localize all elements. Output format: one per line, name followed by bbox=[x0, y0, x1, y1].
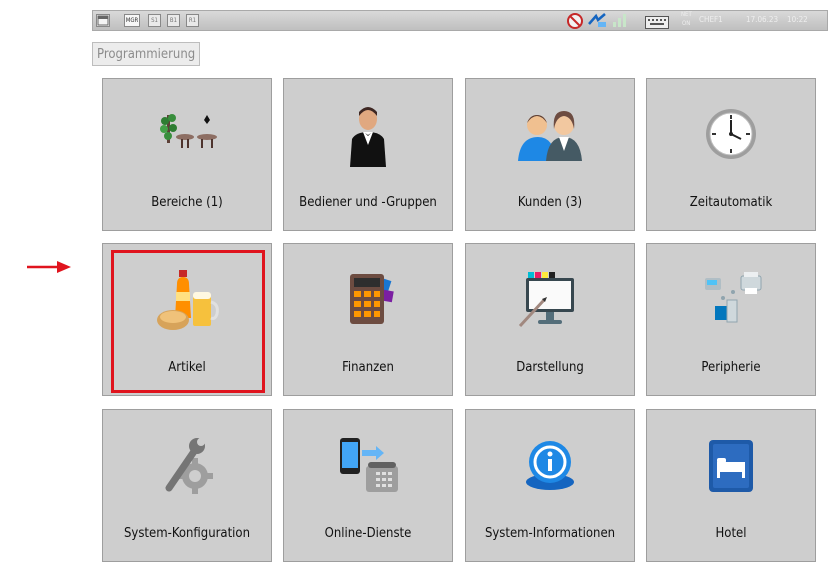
window-icon[interactable] bbox=[96, 14, 110, 27]
phone-transfer-icon bbox=[340, 438, 398, 492]
sync-icon bbox=[586, 12, 608, 29]
keyboard-icon[interactable] bbox=[645, 14, 669, 29]
mode-badge: MGR bbox=[124, 14, 140, 27]
hotel-bed-icon bbox=[709, 440, 753, 492]
tile-label: System-Informationen bbox=[484, 526, 616, 541]
tile-zeitautomatik[interactable]: Zeitautomatik bbox=[646, 78, 816, 231]
slot-badge: B1 bbox=[167, 14, 180, 27]
time: 10:22 bbox=[787, 15, 808, 24]
tile-online-dienste[interactable]: Online-Dienste bbox=[283, 409, 453, 562]
signal-icon bbox=[612, 13, 628, 28]
tile-label: Bereiche (1) bbox=[151, 195, 223, 210]
net-status-bottom: ON bbox=[682, 20, 691, 27]
clock-icon bbox=[706, 109, 756, 159]
tile-label: Darstellung bbox=[516, 360, 584, 375]
user-name: CHEF1 bbox=[699, 15, 723, 24]
slot-badge: R1 bbox=[186, 14, 199, 27]
tile-label: Online-Dienste bbox=[324, 526, 412, 541]
tile-label: Kunden (3) bbox=[517, 195, 583, 210]
tile-finanzen[interactable]: Finanzen bbox=[283, 243, 453, 396]
tile-system-informationen[interactable]: System-Informationen bbox=[465, 409, 635, 562]
wrench-gear-icon bbox=[165, 438, 213, 494]
net-status-top: NET bbox=[681, 11, 692, 18]
tile-label: Hotel bbox=[715, 526, 747, 541]
tile-label: Artikel bbox=[168, 360, 206, 375]
tile-bediener[interactable]: Bediener und -Gruppen bbox=[283, 78, 453, 231]
tile-label: System-Konfiguration bbox=[123, 526, 250, 541]
areas-icon bbox=[160, 114, 217, 148]
tile-label: Finanzen bbox=[342, 360, 394, 375]
tile-artikel[interactable]: Artikel bbox=[102, 243, 272, 396]
tile-hotel[interactable]: Hotel bbox=[646, 409, 816, 562]
waiter-icon bbox=[350, 107, 386, 167]
status-bar: MGR S1 B1 R1 NET ON CHEF1 17.06.23 10:22 bbox=[92, 10, 828, 31]
monitor-icon bbox=[518, 272, 574, 328]
tile-peripherie[interactable]: Peripherie bbox=[646, 243, 816, 396]
peripherals-icon bbox=[705, 272, 762, 323]
pointer-arrow-icon bbox=[27, 261, 71, 273]
tile-system-konfiguration[interactable]: System-Konfiguration bbox=[102, 409, 272, 562]
slot-badge: S1 bbox=[148, 14, 161, 27]
tab-programmierung[interactable]: Programmierung bbox=[92, 42, 201, 66]
tile-label: Peripherie bbox=[701, 360, 761, 375]
calculator-icon bbox=[350, 274, 394, 324]
tile-kunden[interactable]: Kunden (3) bbox=[465, 78, 635, 231]
tile-darstellung[interactable]: Darstellung bbox=[465, 243, 635, 396]
date: 17.06.23 bbox=[746, 15, 779, 24]
tile-bereiche[interactable]: Bereiche (1) bbox=[102, 78, 272, 231]
customers-icon bbox=[518, 111, 582, 161]
tile-label: Bediener und -Gruppen bbox=[299, 195, 437, 210]
food-drink-icon bbox=[157, 270, 219, 330]
info-icon bbox=[526, 441, 574, 490]
network-warning-icon bbox=[566, 12, 584, 29]
tile-label: Zeitautomatik bbox=[689, 195, 773, 210]
